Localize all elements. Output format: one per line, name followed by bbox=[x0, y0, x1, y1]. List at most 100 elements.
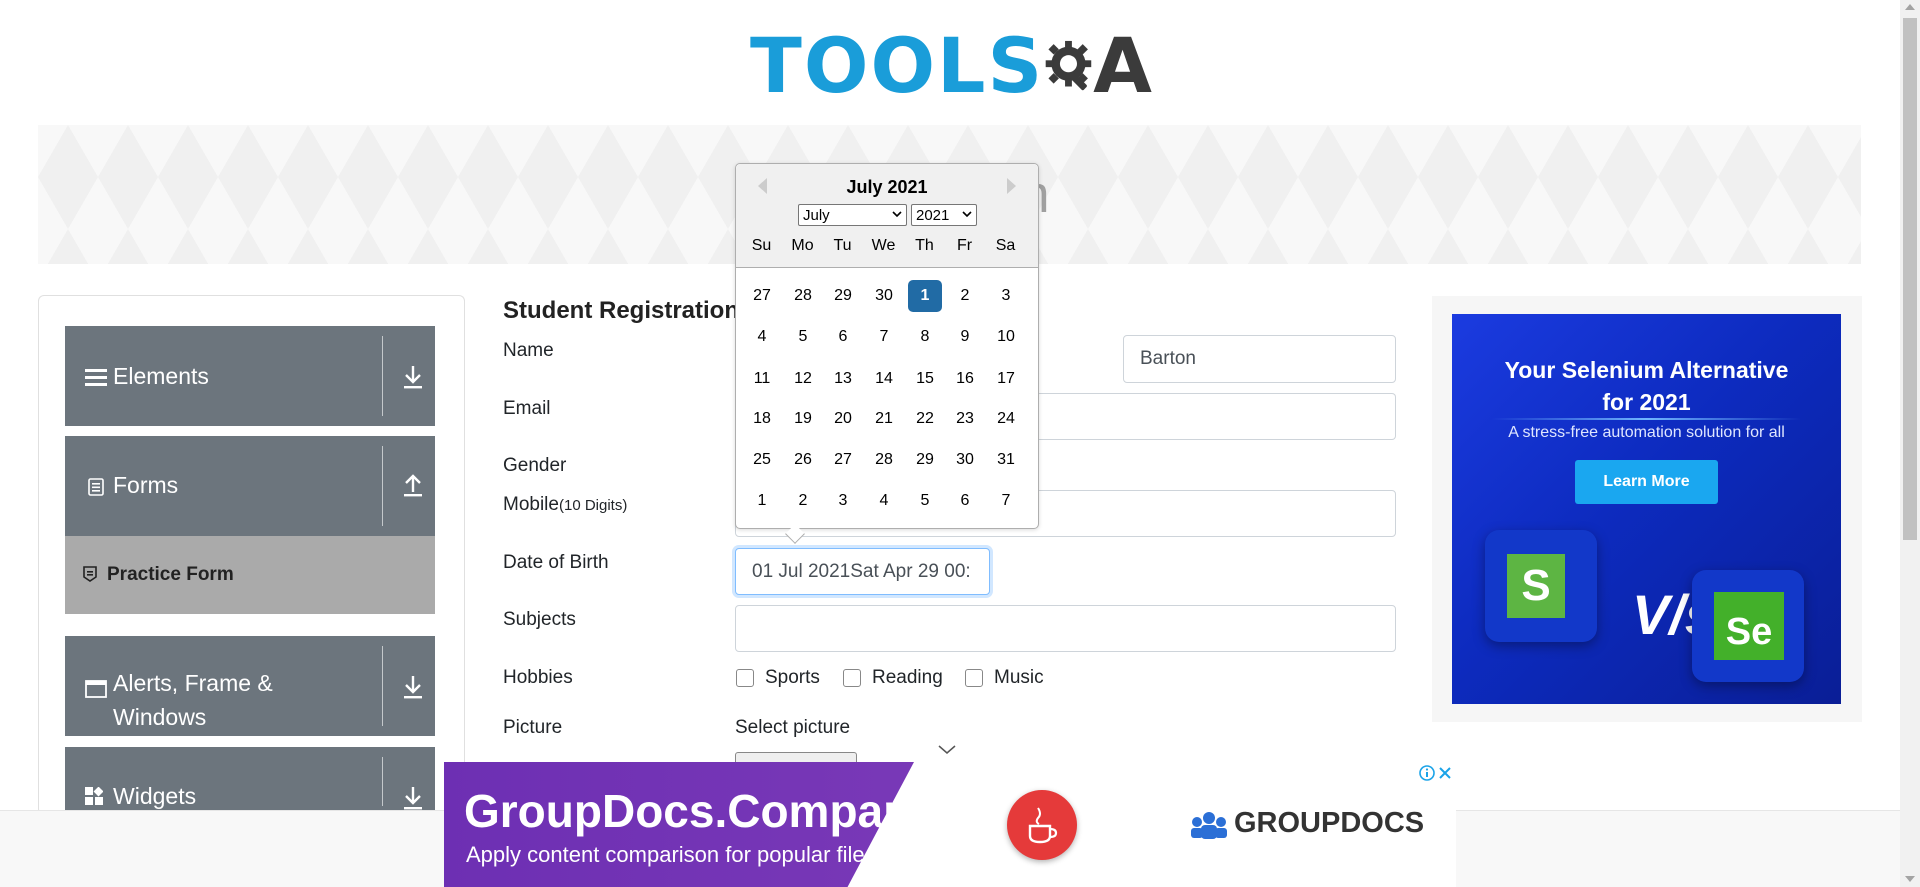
datepicker-day[interactable]: 9 bbox=[948, 321, 982, 353]
datepicker-day[interactable]: 27 bbox=[826, 444, 860, 476]
sidebar-group-widgets[interactable]: Widgets bbox=[65, 747, 435, 816]
sidebar-item-practice-form[interactable]: Practice Form bbox=[65, 536, 435, 614]
selenium-logo-icon: Se bbox=[1714, 592, 1784, 660]
datepicker-day[interactable]: 15 bbox=[908, 363, 942, 395]
upload-icon[interactable] bbox=[401, 472, 425, 498]
datepicker-day[interactable]: 30 bbox=[948, 444, 982, 476]
datepicker-day[interactable]: 23 bbox=[948, 403, 982, 435]
datepicker-day[interactable]: 25 bbox=[745, 444, 779, 476]
sidebar-group-label: Widgets bbox=[113, 783, 197, 809]
datepicker-day[interactable]: 8 bbox=[908, 321, 942, 353]
day-name: Sa bbox=[995, 237, 1016, 254]
mobile-label-text: Mobile bbox=[503, 494, 559, 515]
subjects-input[interactable] bbox=[735, 605, 1396, 652]
download-icon[interactable] bbox=[401, 364, 425, 390]
datepicker-day[interactable]: 1 bbox=[745, 485, 779, 517]
logo-text-tools: TOOLS bbox=[750, 21, 1045, 110]
datepicker-day[interactable]: 4 bbox=[867, 485, 901, 517]
datepicker-day[interactable]: 3 bbox=[989, 280, 1023, 312]
datepicker-popup: July 2021 July 2021 Su Mo Tu We Th Fr Sa… bbox=[735, 163, 1039, 544]
datepicker-day[interactable]: 28 bbox=[867, 444, 901, 476]
datepicker-day[interactable]: 7 bbox=[867, 321, 901, 353]
datepicker-day[interactable]: 2 bbox=[786, 485, 820, 517]
year-select[interactable]: 2021 bbox=[911, 204, 977, 226]
datepicker-day[interactable]: 11 bbox=[745, 363, 779, 395]
datepicker-day[interactable]: 24 bbox=[989, 403, 1023, 435]
datepicker-day[interactable]: 29 bbox=[826, 280, 860, 312]
toolsqa-logo[interactable]: TOOLS A bbox=[750, 18, 1154, 114]
datepicker-header: July 2021 July 2021 Su Mo Tu We Th Fr Sa bbox=[736, 164, 1038, 268]
download-icon[interactable] bbox=[401, 785, 425, 811]
download-icon[interactable] bbox=[401, 674, 425, 700]
hobby-sports-checkbox[interactable] bbox=[736, 669, 754, 687]
datepicker-day[interactable]: 17 bbox=[989, 363, 1023, 395]
datepicker-day[interactable]: 14 bbox=[867, 363, 901, 395]
sidebar-group-elements[interactable]: Elements bbox=[65, 326, 435, 426]
scroll-up-icon[interactable] bbox=[1905, 4, 1915, 10]
vertical-scrollbar[interactable] bbox=[1900, 0, 1920, 887]
datepicker-day[interactable]: 10 bbox=[989, 321, 1023, 353]
groupdocs-brand: GROUPDOCS bbox=[1234, 807, 1425, 839]
datepicker-day[interactable]: 6 bbox=[948, 485, 982, 517]
datepicker-day[interactable]: 13 bbox=[826, 363, 860, 395]
month-select-value: July bbox=[803, 206, 830, 224]
ad-title: GroupDocs.Comparison bbox=[464, 785, 996, 837]
datepicker-day[interactable]: 27 bbox=[745, 280, 779, 312]
datepicker-day[interactable]: 2 bbox=[948, 280, 982, 312]
datepicker-day[interactable]: 12 bbox=[786, 363, 820, 395]
sidebar-group-label: Elements bbox=[113, 363, 209, 389]
datepicker-day[interactable]: 31 bbox=[989, 444, 1023, 476]
hobby-music-checkbox[interactable] bbox=[965, 669, 983, 687]
chevron-down-icon bbox=[962, 211, 972, 218]
hobby-reading-label[interactable]: Reading bbox=[872, 667, 943, 689]
datepicker-day[interactable]: 7 bbox=[989, 485, 1023, 517]
sidebar-group-alerts[interactable]: Alerts, Frame & Windows bbox=[65, 636, 435, 736]
next-month-icon[interactable] bbox=[1007, 178, 1016, 194]
datepicker-day[interactable]: 22 bbox=[908, 403, 942, 435]
side-advertisement[interactable]: Your Selenium Alternative for 2021 A stre… bbox=[1432, 296, 1862, 722]
date-of-birth-input[interactable]: 01 Jul 2021Sat Apr 29 00: bbox=[735, 548, 990, 595]
scroll-down-icon[interactable] bbox=[1905, 876, 1915, 882]
datepicker-day[interactable]: 26 bbox=[786, 444, 820, 476]
email-input[interactable] bbox=[1030, 393, 1396, 440]
ad-tile-left: S bbox=[1485, 530, 1597, 642]
datepicker-day[interactable]: 30 bbox=[867, 280, 901, 312]
info-icon[interactable] bbox=[1418, 764, 1436, 782]
mobile-label: Mobile(10 Digits) bbox=[503, 494, 627, 516]
sidebar-group-forms[interactable]: Forms bbox=[65, 436, 435, 536]
bottom-advertisement[interactable]: GroupDocs.Comparison Apply content compa… bbox=[444, 762, 1456, 887]
divider bbox=[382, 336, 383, 416]
chevron-down-icon[interactable] bbox=[938, 745, 956, 755]
datepicker-day[interactable]: 6 bbox=[826, 321, 860, 353]
hobbies-label: Hobbies bbox=[503, 667, 573, 688]
day-name: Fr bbox=[956, 237, 973, 254]
datepicker-day[interactable]: 29 bbox=[908, 444, 942, 476]
close-icon[interactable] bbox=[1436, 764, 1454, 782]
month-select[interactable]: July bbox=[798, 204, 907, 226]
datepicker-day[interactable]: 16 bbox=[948, 363, 982, 395]
datepicker-day-selected[interactable]: 1 bbox=[908, 280, 942, 312]
learn-more-button[interactable]: Learn More bbox=[1575, 460, 1718, 504]
ad-banner[interactable]: Your Selenium Alternative for 2021 A stre… bbox=[1452, 314, 1841, 704]
hobby-sports-label[interactable]: Sports bbox=[765, 667, 820, 689]
datepicker-pointer bbox=[785, 524, 805, 544]
datepicker-day[interactable]: 28 bbox=[786, 280, 820, 312]
form-title: Student Registration bbox=[503, 297, 740, 324]
hamburger-icon bbox=[85, 369, 107, 386]
dob-label: Date of Birth bbox=[503, 552, 609, 573]
coffee-cup-icon bbox=[1028, 807, 1058, 844]
choose-file-button[interactable] bbox=[735, 752, 857, 762]
hobby-music-label[interactable]: Music bbox=[994, 667, 1044, 689]
hobby-reading-checkbox[interactable] bbox=[843, 669, 861, 687]
datepicker-day[interactable]: 21 bbox=[867, 403, 901, 435]
datepicker-day[interactable]: 20 bbox=[826, 403, 860, 435]
datepicker-day[interactable]: 4 bbox=[745, 321, 779, 353]
datepicker-day[interactable]: 19 bbox=[786, 403, 820, 435]
datepicker-day[interactable]: 5 bbox=[786, 321, 820, 353]
datepicker-day[interactable]: 5 bbox=[908, 485, 942, 517]
day-name: We bbox=[871, 237, 896, 254]
datepicker-day[interactable]: 18 bbox=[745, 403, 779, 435]
last-name-input[interactable]: Barton bbox=[1123, 335, 1396, 383]
scrollbar-thumb[interactable] bbox=[1903, 18, 1917, 540]
datepicker-day[interactable]: 3 bbox=[826, 485, 860, 517]
